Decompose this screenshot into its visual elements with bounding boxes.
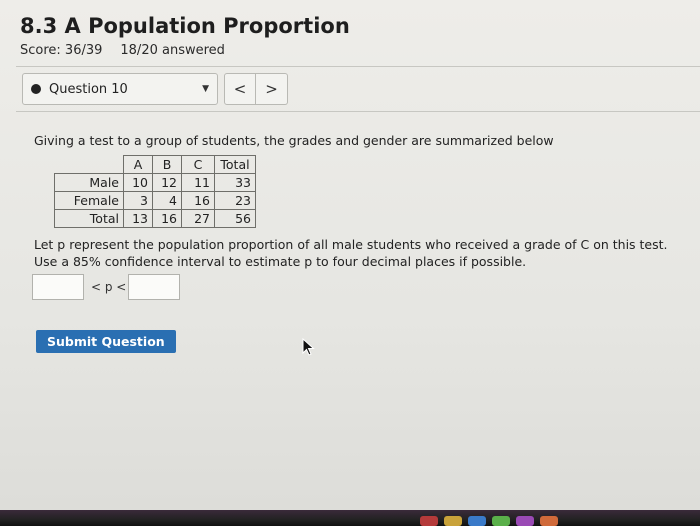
table-cell: 16 [152, 209, 182, 228]
submit-question-button[interactable]: Submit Question [36, 330, 176, 353]
lower-bound-input[interactable] [32, 274, 84, 300]
table-row: Female 3 4 16 23 [54, 191, 256, 210]
grades-table: A B C Total Male 10 12 11 33 Female 3 4 … [54, 155, 256, 228]
question-prompt: Let p represent the population proportio… [34, 237, 668, 269]
dock [420, 516, 558, 526]
page-title: 8.3 A Population Proportion [20, 14, 350, 38]
table-cell: 27 [181, 209, 215, 228]
dock-app-icon[interactable] [468, 516, 486, 526]
previous-question-button[interactable]: < [224, 73, 256, 105]
question-select[interactable]: Question 10 ▼ [22, 73, 218, 105]
mouse-pointer-icon [302, 338, 315, 356]
dock-app-icon[interactable] [420, 516, 438, 526]
status-dot-icon [31, 84, 41, 94]
caret-down-icon: ▼ [202, 84, 209, 94]
next-question-button[interactable]: > [256, 73, 288, 105]
table-cell: 16 [181, 191, 215, 210]
question-stem: Giving a test to a group of students, th… [34, 133, 554, 148]
table-header-cell: A [123, 155, 153, 174]
screen-bezel [0, 510, 700, 526]
table-corner-cell [54, 155, 124, 174]
table-cell: 23 [214, 191, 256, 210]
table-header-row: A B C Total [54, 155, 256, 174]
table-row: Total 13 16 27 56 [54, 209, 256, 228]
dock-app-icon[interactable] [516, 516, 534, 526]
inequality-label: < p < [91, 280, 127, 294]
dock-app-icon[interactable] [540, 516, 558, 526]
chevron-right-icon: > [265, 80, 278, 98]
chevron-left-icon: < [233, 80, 247, 98]
row-label: Female [54, 191, 124, 210]
table-cell: 10 [123, 173, 153, 192]
row-label: Total [54, 209, 124, 228]
dock-app-icon[interactable] [492, 516, 510, 526]
table-cell: 4 [152, 191, 182, 210]
table-header-cell: B [152, 155, 182, 174]
table-cell: 12 [152, 173, 182, 192]
table-row: Male 10 12 11 33 [54, 173, 256, 192]
table-cell: 3 [123, 191, 153, 210]
dock-app-icon[interactable] [444, 516, 462, 526]
row-label: Male [54, 173, 124, 192]
upper-bound-input[interactable] [128, 274, 180, 300]
table-header-cell: C [181, 155, 215, 174]
answered-count: 18/20 answered [120, 43, 225, 58]
table-cell: 56 [214, 209, 256, 228]
table-cell: 33 [214, 173, 256, 192]
question-select-label: Question 10 [49, 81, 128, 97]
score-text: Score: 36/39 [20, 43, 103, 58]
table-cell: 11 [181, 173, 215, 192]
table-header-cell: Total [214, 155, 256, 174]
table-cell: 13 [123, 209, 153, 228]
score-line: Score: 36/39 18/20 answered [20, 43, 225, 58]
